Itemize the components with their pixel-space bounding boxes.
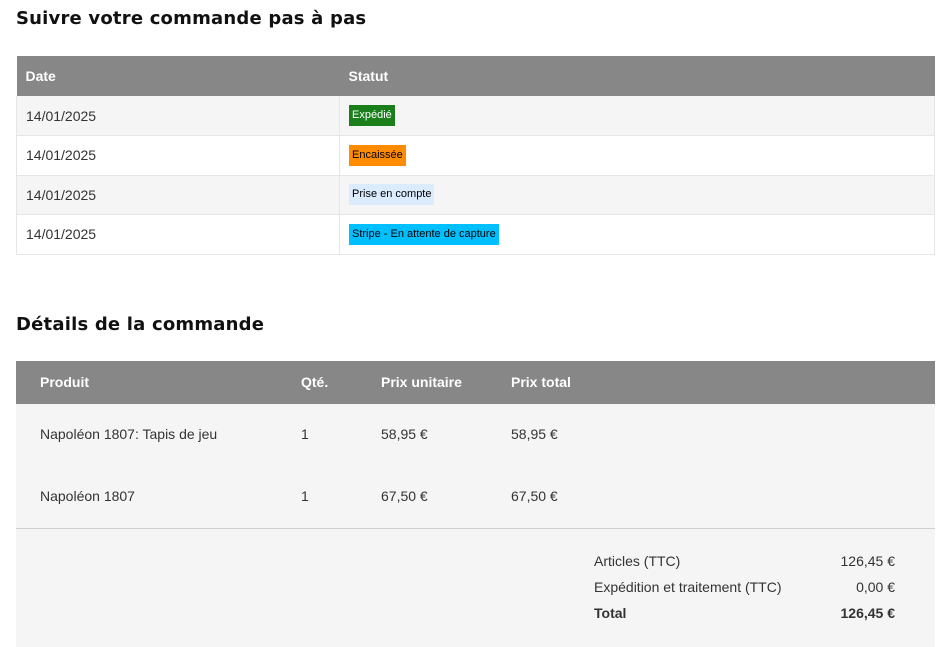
tracking-date: 14/01/2025: [16, 214, 340, 255]
order-item-row: Napoléon 1807: Tapis de jeu 1 58,95 € 58…: [16, 404, 935, 466]
tracking-row: 14/01/2025 Prise en compte: [16, 175, 935, 215]
header-qty: Qté.: [301, 374, 329, 390]
details-header-row: Produit Qté. Prix unitaire Prix total: [16, 361, 935, 404]
header-date: Date: [16, 56, 340, 96]
header-total-price: Prix total: [511, 374, 571, 390]
articles-value: 126,45 €: [840, 553, 896, 569]
item-product: Napoléon 1807: [40, 488, 135, 504]
status-badge: Prise en compte: [349, 184, 435, 206]
status-badge: Encaissée: [349, 144, 406, 166]
totals-section: Articles (TTC) 126,45 € Expédition et tr…: [16, 528, 935, 647]
item-unit-price: 58,95 €: [381, 426, 428, 442]
details-body: Napoléon 1807: Tapis de jeu 1 58,95 € 58…: [16, 404, 935, 528]
tracking-row: 14/01/2025 Stripe - En attente de captur…: [16, 214, 935, 255]
tracking-table: Date Statut 14/01/2025 Expédié 14/01/202…: [16, 56, 935, 255]
shipping-value: 0,00 €: [856, 579, 895, 595]
tracking-date: 14/01/2025: [16, 96, 340, 136]
tracking-row: 14/01/2025 Encaissée: [16, 135, 935, 176]
tracking-header-row: Date Statut: [16, 56, 935, 96]
status-badge: Stripe - En attente de capture: [349, 223, 499, 245]
order-details-table: Produit Qté. Prix unitaire Prix total Na…: [16, 361, 935, 647]
articles-total-line: Articles (TTC) 126,45 €: [594, 553, 895, 573]
order-item-row: Napoléon 1807 1 67,50 € 67,50 €: [16, 466, 935, 528]
header-unit-price: Prix unitaire: [381, 374, 462, 390]
tracking-row: 14/01/2025 Expédié: [16, 96, 935, 136]
details-title: Détails de la commande: [16, 314, 265, 335]
item-total-price: 67,50 €: [511, 488, 558, 504]
tracking-status-cell: Stripe - En attente de capture: [339, 214, 935, 255]
tracking-status-cell: Expédié: [339, 96, 935, 136]
header-product: Produit: [40, 374, 89, 390]
header-status: Statut: [339, 56, 935, 96]
total-value: 126,45 €: [840, 605, 896, 621]
grand-total-line: Total 126,45 €: [594, 605, 895, 625]
tracking-title: Suivre votre commande pas à pas: [16, 8, 367, 29]
total-label: Total: [594, 605, 627, 621]
articles-label: Articles (TTC): [594, 553, 681, 569]
tracking-status-cell: Encaissée: [339, 135, 935, 176]
tracking-status-cell: Prise en compte: [339, 175, 935, 215]
shipping-total-line: Expédition et traitement (TTC) 0,00 €: [594, 579, 895, 599]
tracking-date: 14/01/2025: [16, 135, 340, 176]
item-product: Napoléon 1807: Tapis de jeu: [40, 426, 218, 442]
item-qty: 1: [301, 488, 309, 504]
shipping-label: Expédition et traitement (TTC): [594, 579, 782, 595]
tracking-date: 14/01/2025: [16, 175, 340, 215]
item-total-price: 58,95 €: [511, 426, 558, 442]
status-badge: Expédié: [349, 105, 395, 126]
item-unit-price: 67,50 €: [381, 488, 428, 504]
item-qty: 1: [301, 426, 309, 442]
